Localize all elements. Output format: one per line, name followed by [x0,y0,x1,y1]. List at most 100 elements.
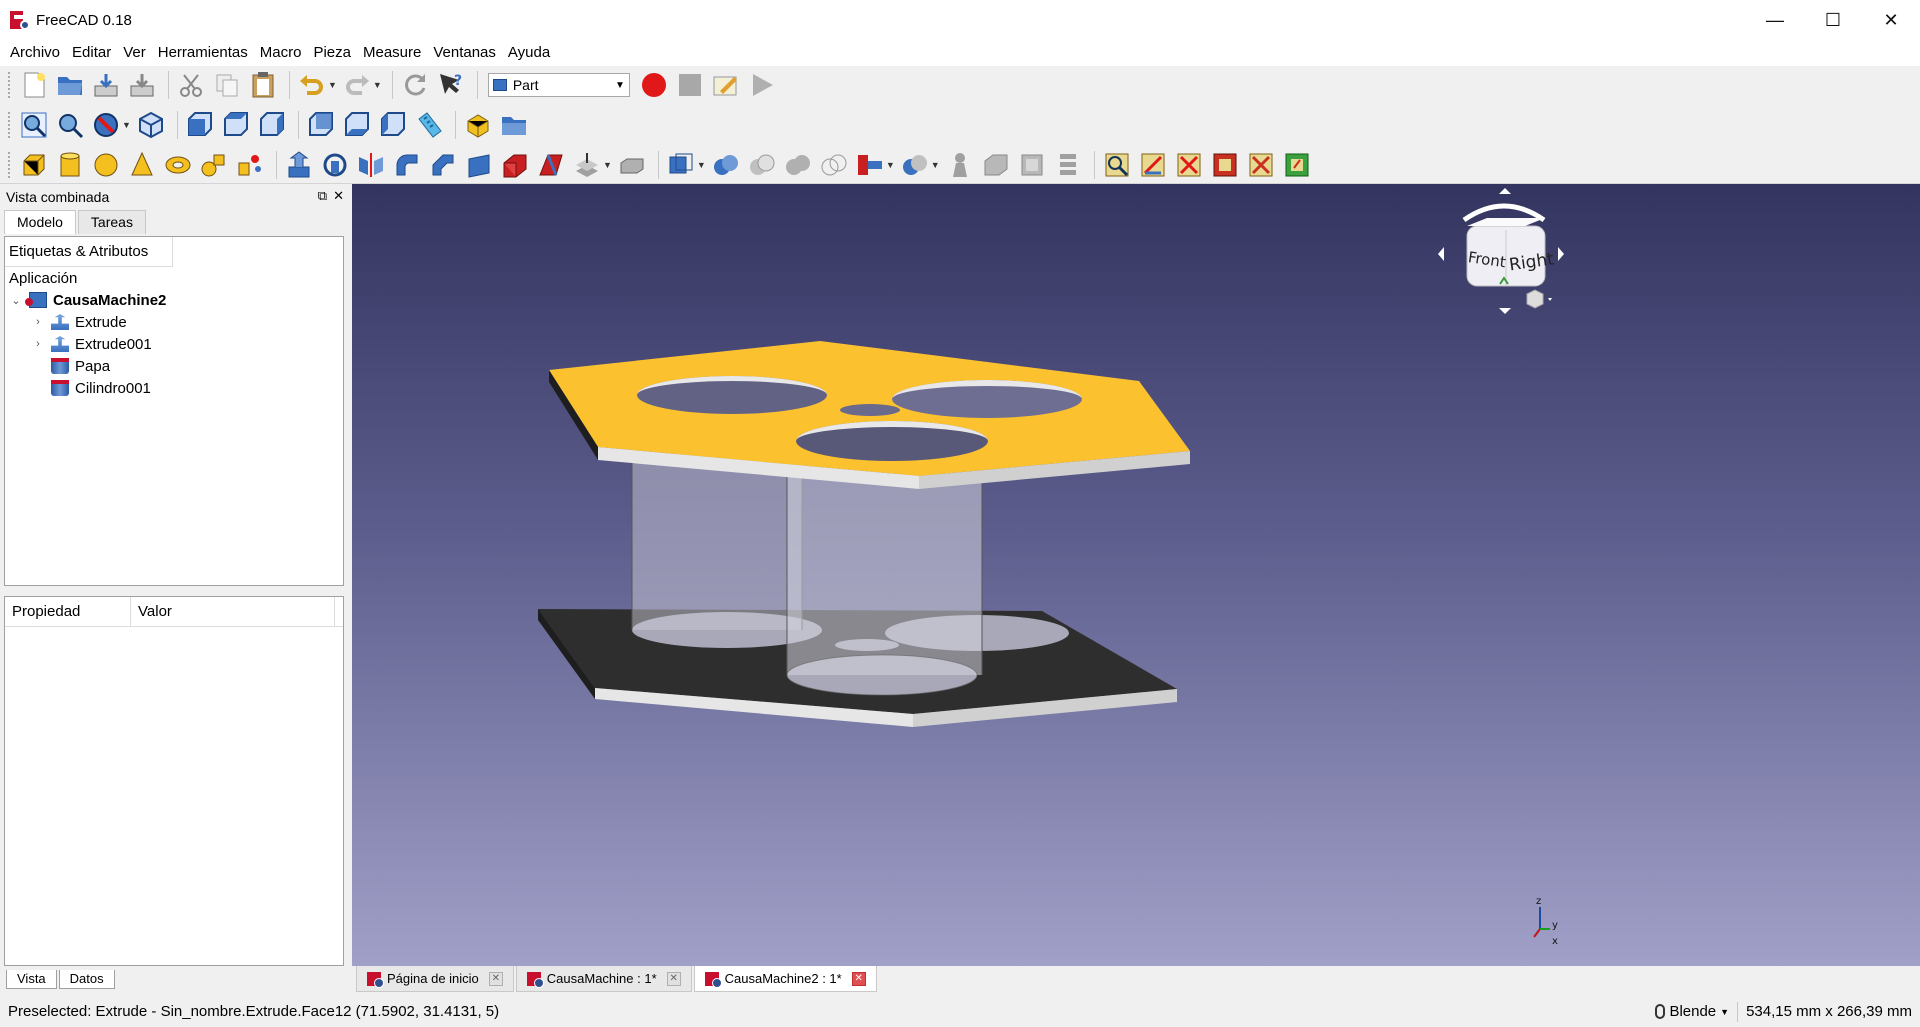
navigation-style-selector[interactable]: Blende ▼ [1655,1003,1729,1020]
check-geometry-icon[interactable] [944,149,976,181]
3d-scene[interactable]: Front Right z y x [352,184,1920,966]
tree-item-papa[interactable]: Papa [5,355,343,377]
maximize-button[interactable]: ☐ [1804,0,1862,40]
sphere-icon[interactable] [90,149,122,181]
front-view-icon[interactable] [184,109,216,141]
tab-causamachine2[interactable]: CausaMachine2 : 1* ✕ [693,966,877,992]
tab-datos[interactable]: Datos [58,970,115,989]
nav-arrow-right-icon[interactable] [1558,247,1564,261]
macro-edit-icon[interactable] [710,69,742,101]
undo-icon[interactable] [296,69,328,101]
menu-pieza[interactable]: Pieza [307,40,357,66]
tree-item-cilindro001[interactable]: Cilindro001 [5,377,343,399]
fuse-icon[interactable] [782,149,814,181]
redo-icon[interactable] [341,69,373,101]
paste-icon[interactable] [247,69,279,101]
thickness-icon[interactable] [616,149,648,181]
value-column-header[interactable]: Valor [131,597,335,626]
menu-editar[interactable]: Editar [66,40,117,66]
menu-ver[interactable]: Ver [117,40,152,66]
box-icon[interactable] [18,149,50,181]
open-folder-icon[interactable] [54,69,86,101]
chamfer-icon[interactable] [427,149,459,181]
compound-dropdown-icon[interactable]: ▼ [697,160,706,170]
tree-item-extrude001[interactable]: › Extrude001 [5,333,343,355]
chevron-down-icon[interactable] [1548,298,1552,301]
common-icon[interactable] [818,149,850,181]
tab-tareas[interactable]: Tareas [77,210,146,234]
split-dropdown-icon[interactable]: ▼ [931,160,940,170]
top-view-icon[interactable] [220,109,252,141]
split-icon[interactable] [899,149,931,181]
close-panel-icon[interactable]: ✕ [333,188,344,204]
tab-start-page[interactable]: Página de inicio ✕ [356,966,514,992]
nav-menu-cube-icon[interactable] [1526,289,1544,309]
cylinder-icon[interactable] [54,149,86,181]
defeaturing-icon[interactable] [980,149,1012,181]
cylinder-right[interactable] [786,474,983,696]
draw-style-dropdown-icon[interactable]: ▼ [122,120,131,130]
join-dropdown-icon[interactable]: ▼ [886,160,895,170]
3d-viewport[interactable]: Front Right z y x [352,184,1920,966]
rear-view-icon[interactable] [305,109,337,141]
nav-arrow-up-icon[interactable] [1499,188,1511,194]
mirror-icon[interactable] [355,149,387,181]
left-view-icon[interactable] [377,109,409,141]
save-as-icon[interactable] [126,69,158,101]
boolean-icon[interactable] [710,149,742,181]
cone-icon[interactable] [126,149,158,181]
create-group-icon[interactable] [498,109,530,141]
isometric-view-icon[interactable] [135,109,167,141]
macro-run-icon[interactable] [746,69,778,101]
nav-arrow-left-icon[interactable] [1438,247,1444,261]
chevron-right-icon[interactable]: › [31,338,45,350]
macro-record-icon[interactable] [638,69,670,101]
measure-distance-icon[interactable] [413,109,445,141]
fit-all-icon[interactable] [18,109,50,141]
compound-icon[interactable] [665,149,697,181]
fit-selection-icon[interactable] [54,109,86,141]
tab-causamachine[interactable]: CausaMachine : 1* ✕ [515,966,692,992]
close-tab-icon[interactable]: ✕ [666,971,681,986]
minimize-button[interactable]: — [1746,0,1804,40]
copy-icon[interactable] [211,69,243,101]
toolbar-grip[interactable] [8,72,12,98]
right-view-icon[interactable] [256,109,288,141]
create-part-icon[interactable] [462,109,494,141]
close-tab-icon[interactable]: ✕ [851,971,866,986]
shape-builder-icon[interactable] [234,149,266,181]
close-button[interactable]: ✕ [1862,0,1920,40]
macro-stop-icon[interactable] [674,69,706,101]
measure-toggle-delta-icon[interactable] [1281,149,1313,181]
offset-icon[interactable] [571,149,603,181]
make-face-icon[interactable] [463,149,495,181]
measure-toggle-all-icon[interactable] [1209,149,1241,181]
toolbar-grip[interactable] [8,112,12,138]
nav-arrow-down-icon[interactable] [1499,308,1511,314]
navigation-cube[interactable]: Front Right [1438,188,1564,314]
tree-header[interactable]: Etiquetas & Atributos [5,237,173,267]
workbench-selector[interactable]: Part ▼ [487,73,630,97]
join-features-icon[interactable] [854,149,886,181]
measure-toggle-3d-icon[interactable] [1245,149,1277,181]
cylinder-left[interactable] [631,454,803,630]
draw-style-icon[interactable] [90,109,122,141]
tab-modelo[interactable]: Modelo [4,210,76,234]
whats-this-icon[interactable]: ? [435,69,467,101]
menu-measure[interactable]: Measure [357,40,427,66]
new-document-icon[interactable] [18,69,50,101]
menu-ventanas[interactable]: Ventanas [427,40,502,66]
measure-angular-icon[interactable] [1137,149,1169,181]
refresh-icon[interactable] [399,69,431,101]
fillet-icon[interactable] [391,149,423,181]
close-tab-icon[interactable]: ✕ [488,971,503,986]
menu-herramientas[interactable]: Herramientas [152,40,254,66]
save-icon[interactable] [90,69,122,101]
chevron-down-icon[interactable]: ⌄ [9,294,23,307]
offset-dropdown-icon[interactable]: ▼ [603,160,612,170]
cut-icon[interactable] [175,69,207,101]
measure-linear-icon[interactable] [1101,149,1133,181]
redo-dropdown-icon[interactable]: ▼ [373,80,382,90]
menu-macro[interactable]: Macro [254,40,308,66]
undo-dropdown-icon[interactable]: ▼ [328,80,337,90]
